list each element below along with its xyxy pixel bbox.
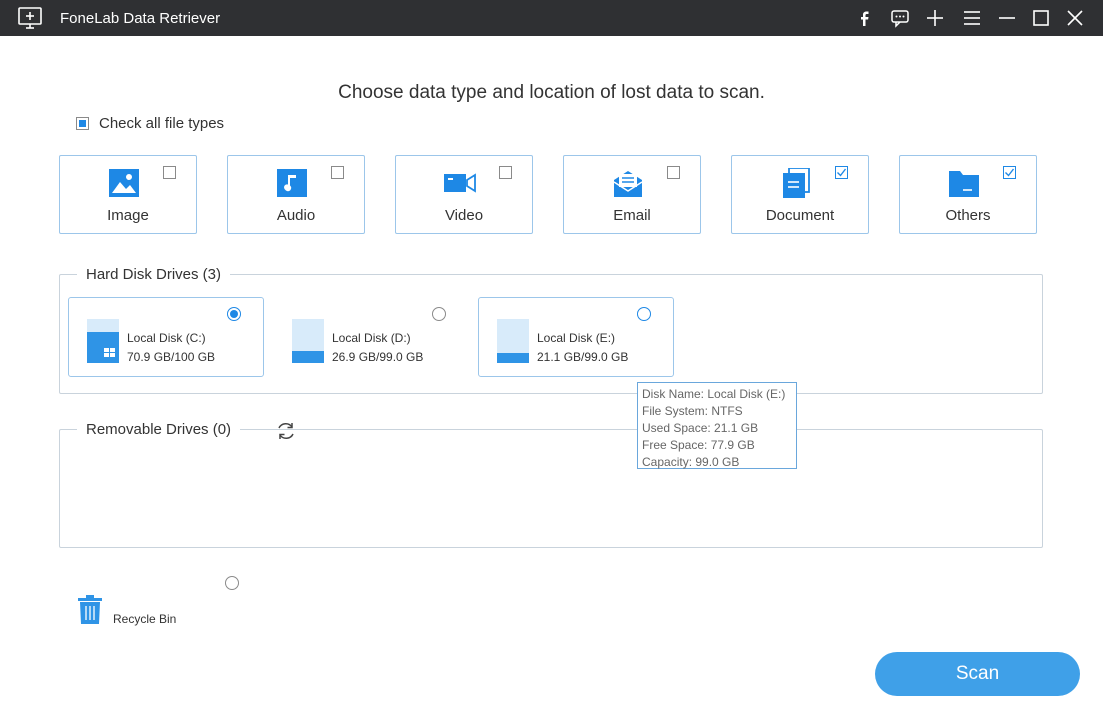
drive-name: Local Disk (D:) — [332, 331, 411, 345]
file-type-email[interactable]: Email — [563, 155, 701, 234]
recycle-bin-label: Recycle Bin — [113, 612, 177, 626]
tooltip-capacity: Capacity: 99.0 GB — [642, 455, 740, 469]
file-type-others[interactable]: Others — [899, 155, 1037, 234]
document-icon — [783, 168, 810, 198]
menu-icon[interactable] — [962, 8, 982, 28]
drive-icon — [292, 319, 324, 363]
file-type-image[interactable]: Image — [59, 155, 197, 234]
drive-size: 21.1 GB/99.0 GB — [537, 350, 629, 364]
close-icon[interactable] — [1065, 8, 1085, 28]
drive-e[interactable]: Local Disk (E:) 21.1 GB/99.0 GB — [478, 297, 674, 377]
file-type-label: Others — [945, 207, 991, 224]
title-bar: FoneLab Data Retriever — [0, 0, 1103, 36]
trash-icon[interactable] — [78, 595, 102, 625]
maximize-icon[interactable] — [1031, 8, 1051, 28]
facebook-icon[interactable] — [855, 8, 875, 28]
file-type-label: Audio — [276, 207, 316, 224]
file-type-label: Email — [613, 207, 651, 224]
file-type-label: Image — [107, 207, 149, 224]
audio-icon — [277, 169, 307, 197]
hard-disk-drives-title: Hard Disk Drives (3) — [86, 266, 222, 283]
drive-d-radio[interactable] — [432, 307, 446, 321]
check-all-checkbox[interactable] — [76, 117, 89, 131]
scan-button[interactable]: Scan — [875, 652, 1080, 696]
drive-size: 70.9 GB/100 GB — [127, 350, 216, 364]
tooltip-free-space: Free Space: 77.9 GB — [642, 438, 755, 452]
plus-icon[interactable] — [925, 8, 945, 28]
email-checkbox[interactable] — [667, 166, 680, 179]
file-type-label: Video — [444, 207, 484, 224]
tooltip-used-space: Used Space: 21.1 GB — [642, 421, 759, 435]
email-icon — [613, 171, 643, 197]
drive-name: Local Disk (C:) — [127, 331, 206, 345]
app-logo-icon — [18, 7, 42, 29]
removable-drives-title: Removable Drives (0) — [86, 421, 232, 438]
image-icon — [109, 169, 139, 197]
file-type-document[interactable]: Document — [731, 155, 869, 234]
drive-name: Local Disk (E:) — [537, 331, 616, 345]
drive-d[interactable]: Local Disk (D:) 26.9 GB/99.0 GB — [273, 297, 469, 377]
windows-drive-icon — [87, 319, 119, 363]
drive-icon — [497, 319, 529, 363]
tooltip-file-system: File System: NTFS — [642, 404, 743, 418]
video-icon — [444, 173, 476, 193]
drive-e-tooltip: Disk Name: Local Disk (E:) File System: … — [637, 382, 797, 469]
drive-c[interactable]: Local Disk (C:) 70.9 GB/100 GB — [68, 297, 264, 377]
check-all-file-types[interactable]: Check all file types — [76, 115, 224, 133]
file-type-label: Document — [765, 207, 835, 224]
drive-size: 26.9 GB/99.0 GB — [332, 350, 424, 364]
image-checkbox[interactable] — [163, 166, 176, 179]
app-title: FoneLab Data Retriever — [60, 10, 221, 27]
document-checkbox[interactable] — [835, 166, 848, 179]
file-type-audio[interactable]: Audio — [227, 155, 365, 234]
recycle-bin-radio[interactable] — [225, 576, 239, 590]
drive-c-radio[interactable] — [227, 307, 241, 321]
minimize-icon[interactable] — [997, 8, 1017, 28]
refresh-icon[interactable] — [275, 421, 297, 441]
others-icon — [949, 171, 979, 197]
tooltip-disk-name: Disk Name: Local Disk (E:) — [642, 387, 786, 401]
file-type-video[interactable]: Video — [395, 155, 533, 234]
check-all-label: Check all file types — [99, 115, 225, 133]
removable-drives-group: Removable Drives (0) — [59, 421, 1043, 548]
page-heading: Choose data type and location of lost da… — [338, 82, 765, 103]
drive-e-radio[interactable] — [637, 307, 651, 321]
others-checkbox[interactable] — [1003, 166, 1016, 179]
feedback-icon[interactable] — [890, 8, 910, 28]
audio-checkbox[interactable] — [331, 166, 344, 179]
video-checkbox[interactable] — [499, 166, 512, 179]
